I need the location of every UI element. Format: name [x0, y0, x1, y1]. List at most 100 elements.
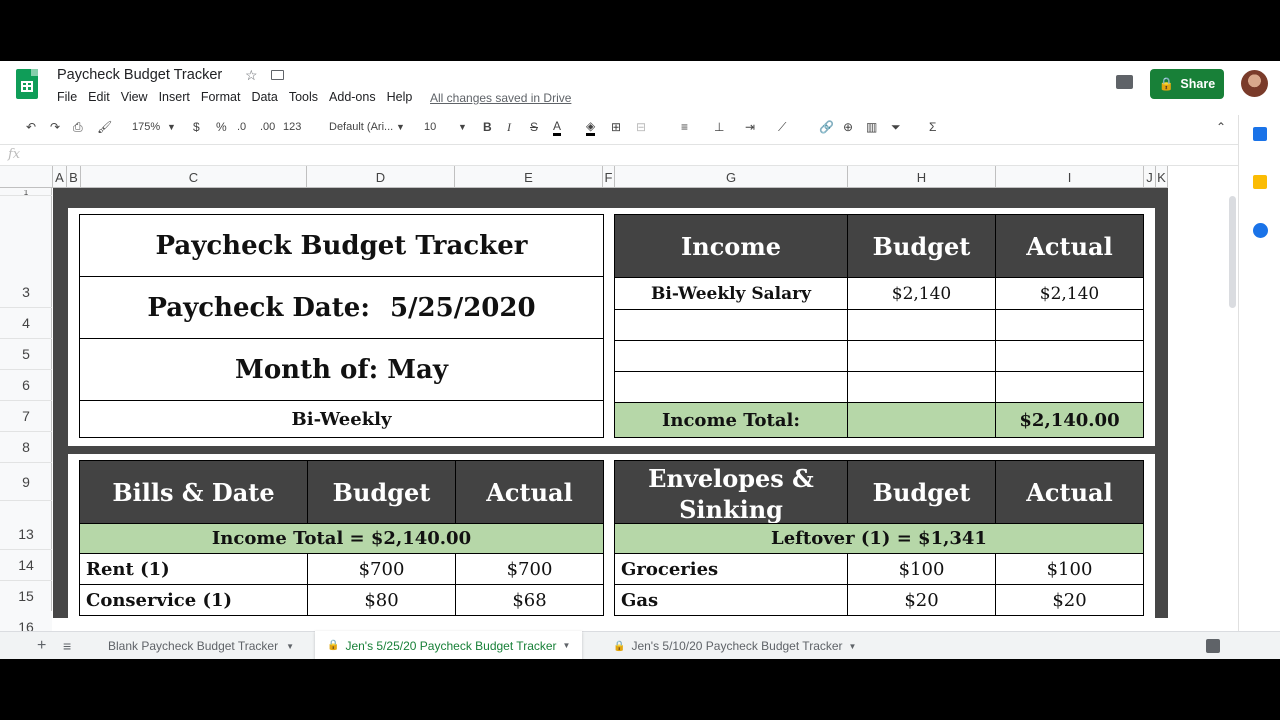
horizontal-align-icon[interactable]: ≡	[681, 120, 688, 134]
column-header[interactable]: K	[1156, 166, 1168, 188]
all-sheets-icon[interactable]: ≡	[63, 632, 71, 659]
income-total-value[interactable]: $2,140.00	[995, 402, 1144, 438]
row-header[interactable]: 6	[0, 370, 52, 401]
income-header[interactable]: Income	[614, 214, 848, 278]
row-header[interactable]: 14	[0, 550, 52, 581]
undo-icon[interactable]: ↶	[26, 120, 36, 134]
empty-cell[interactable]	[995, 371, 1144, 403]
chevron-down-icon[interactable]: ▼	[167, 122, 176, 132]
collapse-toolbar-icon[interactable]: ⌃	[1216, 120, 1226, 134]
fill-color-icon[interactable]: ◈	[586, 120, 596, 136]
row-header[interactable]: 7	[0, 401, 52, 432]
envelopes-header[interactable]: Envelopes & Sinking	[614, 460, 848, 524]
paint-format-icon[interactable]: 🖌	[97, 120, 112, 134]
income-total-budget-cell[interactable]	[847, 402, 996, 438]
income-actual-cell[interactable]: $2,140	[995, 277, 1144, 310]
column-header[interactable]: F	[603, 166, 615, 188]
bills-income-total-banner[interactable]: Income Total = $2,140.00	[79, 523, 604, 554]
calendar-icon[interactable]	[1253, 127, 1267, 141]
sheet-tab-blank[interactable]: Blank Paycheck Budget Tracker ▼	[98, 632, 304, 659]
menu-file[interactable]: File	[57, 90, 77, 104]
comment-icon[interactable]	[1116, 75, 1133, 89]
row-header[interactable]: 8	[0, 432, 52, 463]
menu-tools[interactable]: Tools	[289, 90, 318, 104]
income-budget-header[interactable]: Budget	[847, 214, 996, 278]
envelope-actual-cell[interactable]: $100	[995, 553, 1144, 585]
tasks-icon[interactable]	[1253, 223, 1268, 238]
star-icon[interactable]: ☆	[245, 67, 258, 84]
bold-icon[interactable]: B	[483, 120, 492, 134]
column-header[interactable]: G	[615, 166, 848, 188]
envelope-name-cell[interactable]: Gas	[614, 584, 848, 616]
font-size-select[interactable]: 10	[424, 121, 436, 133]
column-header[interactable]: B	[67, 166, 81, 188]
bill-name-cell[interactable]: Rent (1)	[79, 553, 308, 585]
share-button[interactable]: 🔒 Share	[1150, 69, 1224, 99]
print-icon[interactable]: ⎙	[73, 120, 83, 135]
text-wrap-icon[interactable]: ⇥	[745, 120, 755, 134]
column-header[interactable]: H	[848, 166, 996, 188]
vertical-scrollbar[interactable]	[1229, 196, 1236, 308]
chevron-down-icon[interactable]: ▼	[458, 122, 467, 132]
row-header[interactable]: 1	[0, 190, 52, 196]
avatar[interactable]	[1241, 70, 1268, 97]
empty-cell[interactable]	[847, 340, 996, 372]
envelopes-actual-header[interactable]: Actual	[995, 460, 1144, 524]
envelope-budget-cell[interactable]: $100	[847, 553, 996, 585]
keep-icon[interactable]	[1253, 175, 1267, 189]
insert-chart-icon[interactable]: ▥	[866, 120, 877, 134]
income-source-cell[interactable]: Bi-Weekly Salary	[614, 277, 848, 310]
row-header[interactable]: 3	[0, 277, 52, 308]
currency-format-button[interactable]: $	[193, 120, 200, 134]
zoom-select[interactable]: 175%	[132, 121, 160, 133]
document-title[interactable]: Paycheck Budget Tracker	[57, 67, 222, 83]
frequency-cell[interactable]: Bi-Weekly	[79, 400, 604, 438]
bills-header[interactable]: Bills & Date	[79, 460, 308, 524]
menu-help[interactable]: Help	[387, 90, 413, 104]
row-header[interactable]: 15	[0, 581, 52, 612]
leftover-banner[interactable]: Leftover (1) = $1,341	[614, 523, 1144, 554]
column-header[interactable]: C	[81, 166, 307, 188]
empty-cell[interactable]	[995, 340, 1144, 372]
menu-data[interactable]: Data	[251, 90, 277, 104]
empty-cell[interactable]	[995, 309, 1144, 341]
chevron-down-icon[interactable]: ▼	[396, 122, 405, 132]
row-header[interactable]: 13	[0, 519, 52, 550]
text-rotation-icon[interactable]: ⟋	[778, 120, 786, 135]
bill-name-cell[interactable]: Conservice (1)	[79, 584, 308, 616]
summary-title[interactable]: Paycheck Budget Tracker	[79, 214, 604, 277]
filter-icon[interactable]: ⏷	[891, 120, 901, 135]
chevron-down-icon[interactable]: ▼	[563, 641, 571, 650]
redo-icon[interactable]: ↷	[50, 120, 60, 134]
row-header[interactable]: 5	[0, 339, 52, 370]
menu-addons[interactable]: Add-ons	[329, 90, 376, 104]
envelope-actual-cell[interactable]: $20	[995, 584, 1144, 616]
increase-decimal-button[interactable]: .00	[260, 121, 275, 133]
income-budget-cell[interactable]: $2,140	[847, 277, 996, 310]
bill-actual-cell[interactable]: $68	[455, 584, 604, 616]
bills-budget-header[interactable]: Budget	[307, 460, 456, 524]
more-formats-button[interactable]: 123	[283, 121, 301, 133]
empty-cell[interactable]	[847, 371, 996, 403]
functions-icon[interactable]: Σ	[929, 120, 936, 134]
italic-icon[interactable]: I	[507, 120, 511, 135]
empty-cell[interactable]	[614, 340, 848, 372]
empty-cell[interactable]	[847, 309, 996, 341]
sheets-logo-icon[interactable]	[16, 69, 38, 99]
explore-icon[interactable]	[1206, 639, 1220, 653]
column-header[interactable]: I	[996, 166, 1144, 188]
income-actual-header[interactable]: Actual	[995, 214, 1144, 278]
chevron-down-icon[interactable]: ▼	[849, 642, 857, 651]
envelope-budget-cell[interactable]: $20	[847, 584, 996, 616]
text-color-icon[interactable]: A	[553, 120, 562, 136]
sheet-tab-previous[interactable]: 🔒 Jen's 5/10/20 Paycheck Budget Tracker …	[603, 632, 866, 659]
column-header[interactable]: E	[455, 166, 603, 188]
insert-comment-icon[interactable]: ⊕	[843, 120, 853, 134]
row-header[interactable]: 9	[0, 463, 52, 501]
month-cell[interactable]: Month of: May	[79, 338, 604, 401]
vertical-align-icon[interactable]: ⊥	[714, 120, 724, 134]
formula-bar[interactable]: fx	[0, 144, 1240, 166]
menu-edit[interactable]: Edit	[88, 90, 110, 104]
empty-cell[interactable]	[614, 309, 848, 341]
column-header[interactable]: J	[1144, 166, 1156, 188]
